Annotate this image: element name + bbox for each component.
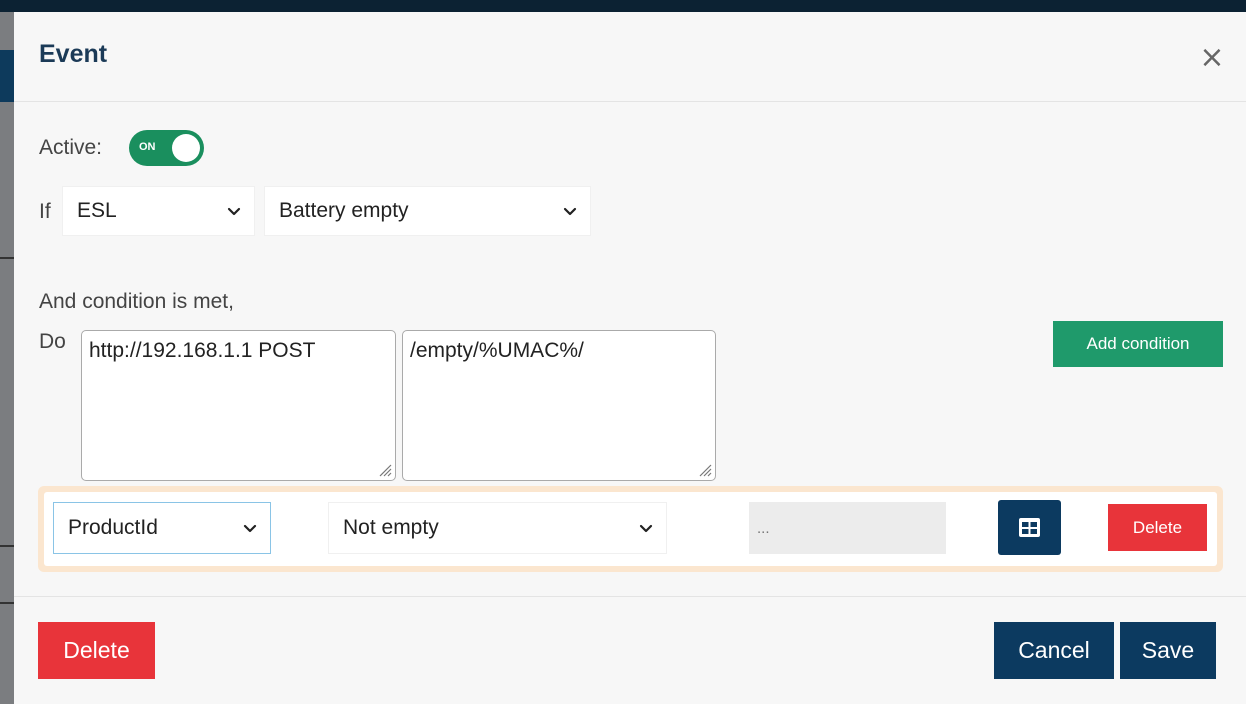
- table-icon: [1019, 518, 1040, 537]
- add-condition-button[interactable]: Add condition: [1053, 321, 1223, 367]
- active-label: Active:: [39, 136, 103, 159]
- table-button[interactable]: [998, 500, 1061, 555]
- cancel-button[interactable]: Cancel: [994, 622, 1114, 679]
- chevron-down-icon: [226, 203, 242, 219]
- condition-operator-value: Not empty: [343, 516, 439, 539]
- trigger-source-select[interactable]: ESL: [62, 186, 255, 236]
- path-textarea[interactable]: /empty/%UMAC%/: [402, 330, 716, 481]
- chevron-down-icon: [562, 203, 578, 219]
- backdrop-topbar: [0, 0, 1246, 12]
- modal-title: Event: [39, 40, 108, 68]
- if-label: If: [39, 200, 51, 223]
- event-modal: Event × Active: ON If ESL Battery empty …: [14, 12, 1246, 704]
- condition-met-label: And condition is met,: [39, 290, 234, 313]
- close-icon[interactable]: ×: [1198, 43, 1226, 73]
- save-button[interactable]: Save: [1120, 622, 1216, 679]
- trigger-event-select[interactable]: Battery empty: [264, 186, 591, 236]
- delete-condition-button[interactable]: Delete: [1108, 504, 1207, 551]
- active-toggle[interactable]: ON: [129, 130, 204, 166]
- path-text: /empty/%UMAC%/: [410, 339, 584, 362]
- toggle-knob: [172, 134, 200, 162]
- modal-header: Event ×: [14, 12, 1246, 102]
- condition-value-input[interactable]: [749, 502, 946, 554]
- condition-operator-select[interactable]: Not empty: [328, 502, 667, 554]
- footer-divider: [14, 596, 1246, 597]
- resize-handle-icon[interactable]: [378, 463, 392, 477]
- toggle-on-text: ON: [139, 141, 156, 153]
- trigger-source-value: ESL: [77, 199, 117, 222]
- resize-handle-icon[interactable]: [698, 463, 712, 477]
- condition-field-select[interactable]: ProductId: [53, 502, 271, 554]
- chevron-down-icon: [638, 520, 654, 536]
- chevron-down-icon: [242, 520, 258, 536]
- condition-field-value: ProductId: [68, 516, 158, 539]
- do-label: Do: [39, 330, 66, 353]
- url-textarea[interactable]: http://192.168.1.1 POST: [81, 330, 396, 481]
- trigger-event-value: Battery empty: [279, 199, 409, 222]
- delete-event-button[interactable]: Delete: [38, 622, 155, 679]
- url-text: http://192.168.1.1 POST: [89, 339, 316, 362]
- backdrop-page: [0, 12, 14, 704]
